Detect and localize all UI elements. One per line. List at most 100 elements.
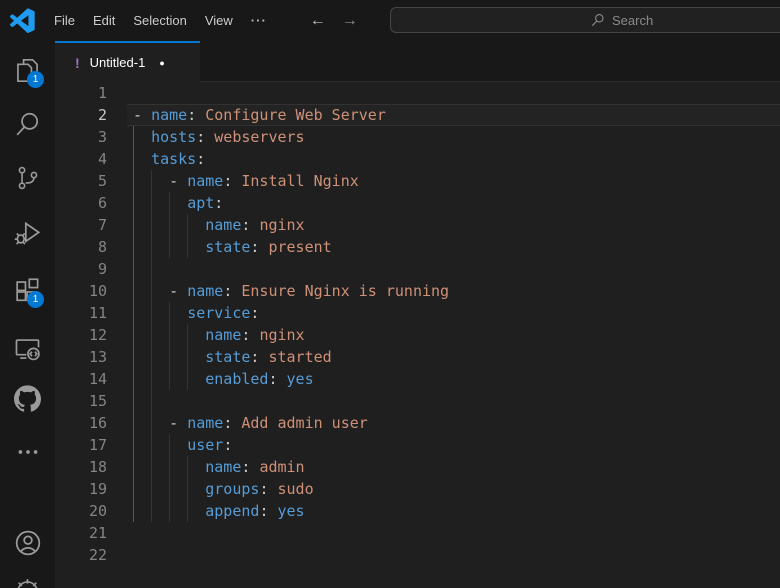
- line-number[interactable]: 17: [55, 434, 107, 456]
- code-line[interactable]: 14 enabled: yes: [55, 368, 780, 390]
- activity-item-settings[interactable]: [0, 578, 55, 588]
- menu-item-view[interactable]: View: [196, 9, 242, 32]
- line-text: apt:: [187, 194, 224, 212]
- indent-guide: [187, 214, 189, 258]
- code-line[interactable]: 16 - name: Add admin user: [55, 412, 780, 434]
- line-text: groups: sudo: [205, 480, 314, 498]
- account-icon: [14, 529, 42, 557]
- line-number[interactable]: 2: [55, 104, 107, 126]
- line-text: name: admin: [205, 458, 305, 476]
- line-text: hosts: webservers: [151, 128, 305, 146]
- line-number[interactable]: 19: [55, 478, 107, 500]
- line-text: - name: Ensure Nginx is running: [133, 282, 450, 300]
- code-line[interactable]: 9: [55, 258, 780, 280]
- line-text: [107, 258, 133, 280]
- activity-item-account[interactable]: [0, 519, 55, 567]
- code-line[interactable]: 17 user:: [55, 434, 780, 456]
- badge: 1: [27, 71, 44, 88]
- line-text: tasks:: [151, 150, 206, 168]
- tab-label: Untitled-1: [89, 55, 146, 70]
- line-text: [107, 390, 133, 412]
- line-number[interactable]: 18: [55, 456, 107, 478]
- line-number[interactable]: 3: [55, 126, 107, 148]
- line-text: enabled: yes: [205, 370, 314, 388]
- code-line[interactable]: 18 name: admin: [55, 456, 780, 478]
- code-line[interactable]: 15: [55, 390, 780, 412]
- code-line[interactable]: 3 hosts: webservers: [55, 126, 780, 148]
- activity-item-run-debug[interactable]: [0, 209, 55, 257]
- line-number[interactable]: 15: [55, 390, 107, 412]
- code-line[interactable]: 12 name: nginx: [55, 324, 780, 346]
- back-button[interactable]: ←: [310, 12, 326, 29]
- more-menu-button[interactable]: ···: [242, 9, 276, 32]
- forward-button[interactable]: →: [342, 12, 358, 29]
- code-line[interactable]: 5 - name: Install Nginx: [55, 170, 780, 192]
- code-line[interactable]: 1: [55, 82, 780, 104]
- line-text: state: present: [205, 238, 332, 256]
- search-icon: [15, 111, 41, 137]
- remote-explorer-icon: [14, 335, 41, 362]
- line-number[interactable]: 14: [55, 368, 107, 390]
- line-number[interactable]: 12: [55, 324, 107, 346]
- code-line[interactable]: 6 apt:: [55, 192, 780, 214]
- ellipsis-icon: [15, 439, 41, 465]
- code-line[interactable]: 10 - name: Ensure Nginx is running: [55, 280, 780, 302]
- line-number[interactable]: 20: [55, 500, 107, 522]
- search-label: Search: [612, 12, 654, 28]
- line-text: [107, 544, 133, 566]
- menu-item-edit[interactable]: Edit: [84, 9, 124, 32]
- line-number[interactable]: 6: [55, 192, 107, 214]
- line-number[interactable]: 10: [55, 280, 107, 302]
- indent-guide: [187, 324, 189, 390]
- code-line[interactable]: 13 state: started: [55, 346, 780, 368]
- source-control-icon: [15, 165, 41, 191]
- debug-icon: [14, 220, 41, 247]
- line-number[interactable]: 22: [55, 544, 107, 566]
- code-line[interactable]: 8 state: present: [55, 236, 780, 258]
- line-number[interactable]: 8: [55, 236, 107, 258]
- activity-item-search[interactable]: [0, 100, 55, 148]
- title-bar: File Edit Selection View ··· ← → Search: [0, 0, 780, 41]
- line-number[interactable]: 9: [55, 258, 107, 280]
- menu-item-selection[interactable]: Selection: [124, 9, 195, 32]
- code-line[interactable]: 7 name: nginx: [55, 214, 780, 236]
- line-number[interactable]: 4: [55, 148, 107, 170]
- yaml-file-icon: !: [75, 54, 80, 71]
- github-icon: [14, 384, 41, 412]
- code-lines: 12 - name: Configure Web Server 3 hosts: w…: [55, 82, 780, 566]
- command-center-search[interactable]: Search: [390, 7, 780, 33]
- activity-item-extensions[interactable]: 1: [0, 266, 55, 314]
- code-line[interactable]: 4 tasks:: [55, 148, 780, 170]
- line-text: [107, 522, 133, 544]
- indent-guide: [169, 434, 171, 522]
- code-line[interactable]: 22: [55, 544, 780, 566]
- vscode-logo-icon: [9, 7, 35, 34]
- line-number[interactable]: 21: [55, 522, 107, 544]
- line-number[interactable]: 7: [55, 214, 107, 236]
- line-number[interactable]: 11: [55, 302, 107, 324]
- activity-item-source-control[interactable]: [0, 154, 55, 202]
- search-icon: [591, 13, 605, 27]
- line-text: append: yes: [205, 502, 305, 520]
- code-line[interactable]: 2 - name: Configure Web Server: [55, 104, 780, 126]
- modified-dot-icon[interactable]: ●: [159, 58, 164, 68]
- editor[interactable]: 12 - name: Configure Web Server 3 hosts: w…: [55, 82, 780, 588]
- line-number[interactable]: 13: [55, 346, 107, 368]
- code-line[interactable]: 11 service:: [55, 302, 780, 324]
- line-text: name: nginx: [205, 216, 305, 234]
- activity-item-remote-explorer[interactable]: [0, 324, 55, 372]
- activity-item-more-views[interactable]: [0, 428, 55, 476]
- code-line[interactable]: 21: [55, 522, 780, 544]
- activity-item-github[interactable]: [0, 374, 55, 422]
- line-number[interactable]: 5: [55, 170, 107, 192]
- code-line[interactable]: 20 append: yes: [55, 500, 780, 522]
- tab-untitled-1[interactable]: ! Untitled-1 ●: [55, 41, 200, 82]
- indent-guide: [169, 302, 171, 390]
- line-number[interactable]: 1: [55, 82, 107, 104]
- code-line[interactable]: 19 groups: sudo: [55, 478, 780, 500]
- line-text: service:: [187, 304, 260, 322]
- menu-item-file[interactable]: File: [45, 9, 84, 32]
- activity-item-explorer[interactable]: 1: [0, 46, 55, 94]
- activity-bar: 11: [0, 41, 55, 588]
- line-number[interactable]: 16: [55, 412, 107, 434]
